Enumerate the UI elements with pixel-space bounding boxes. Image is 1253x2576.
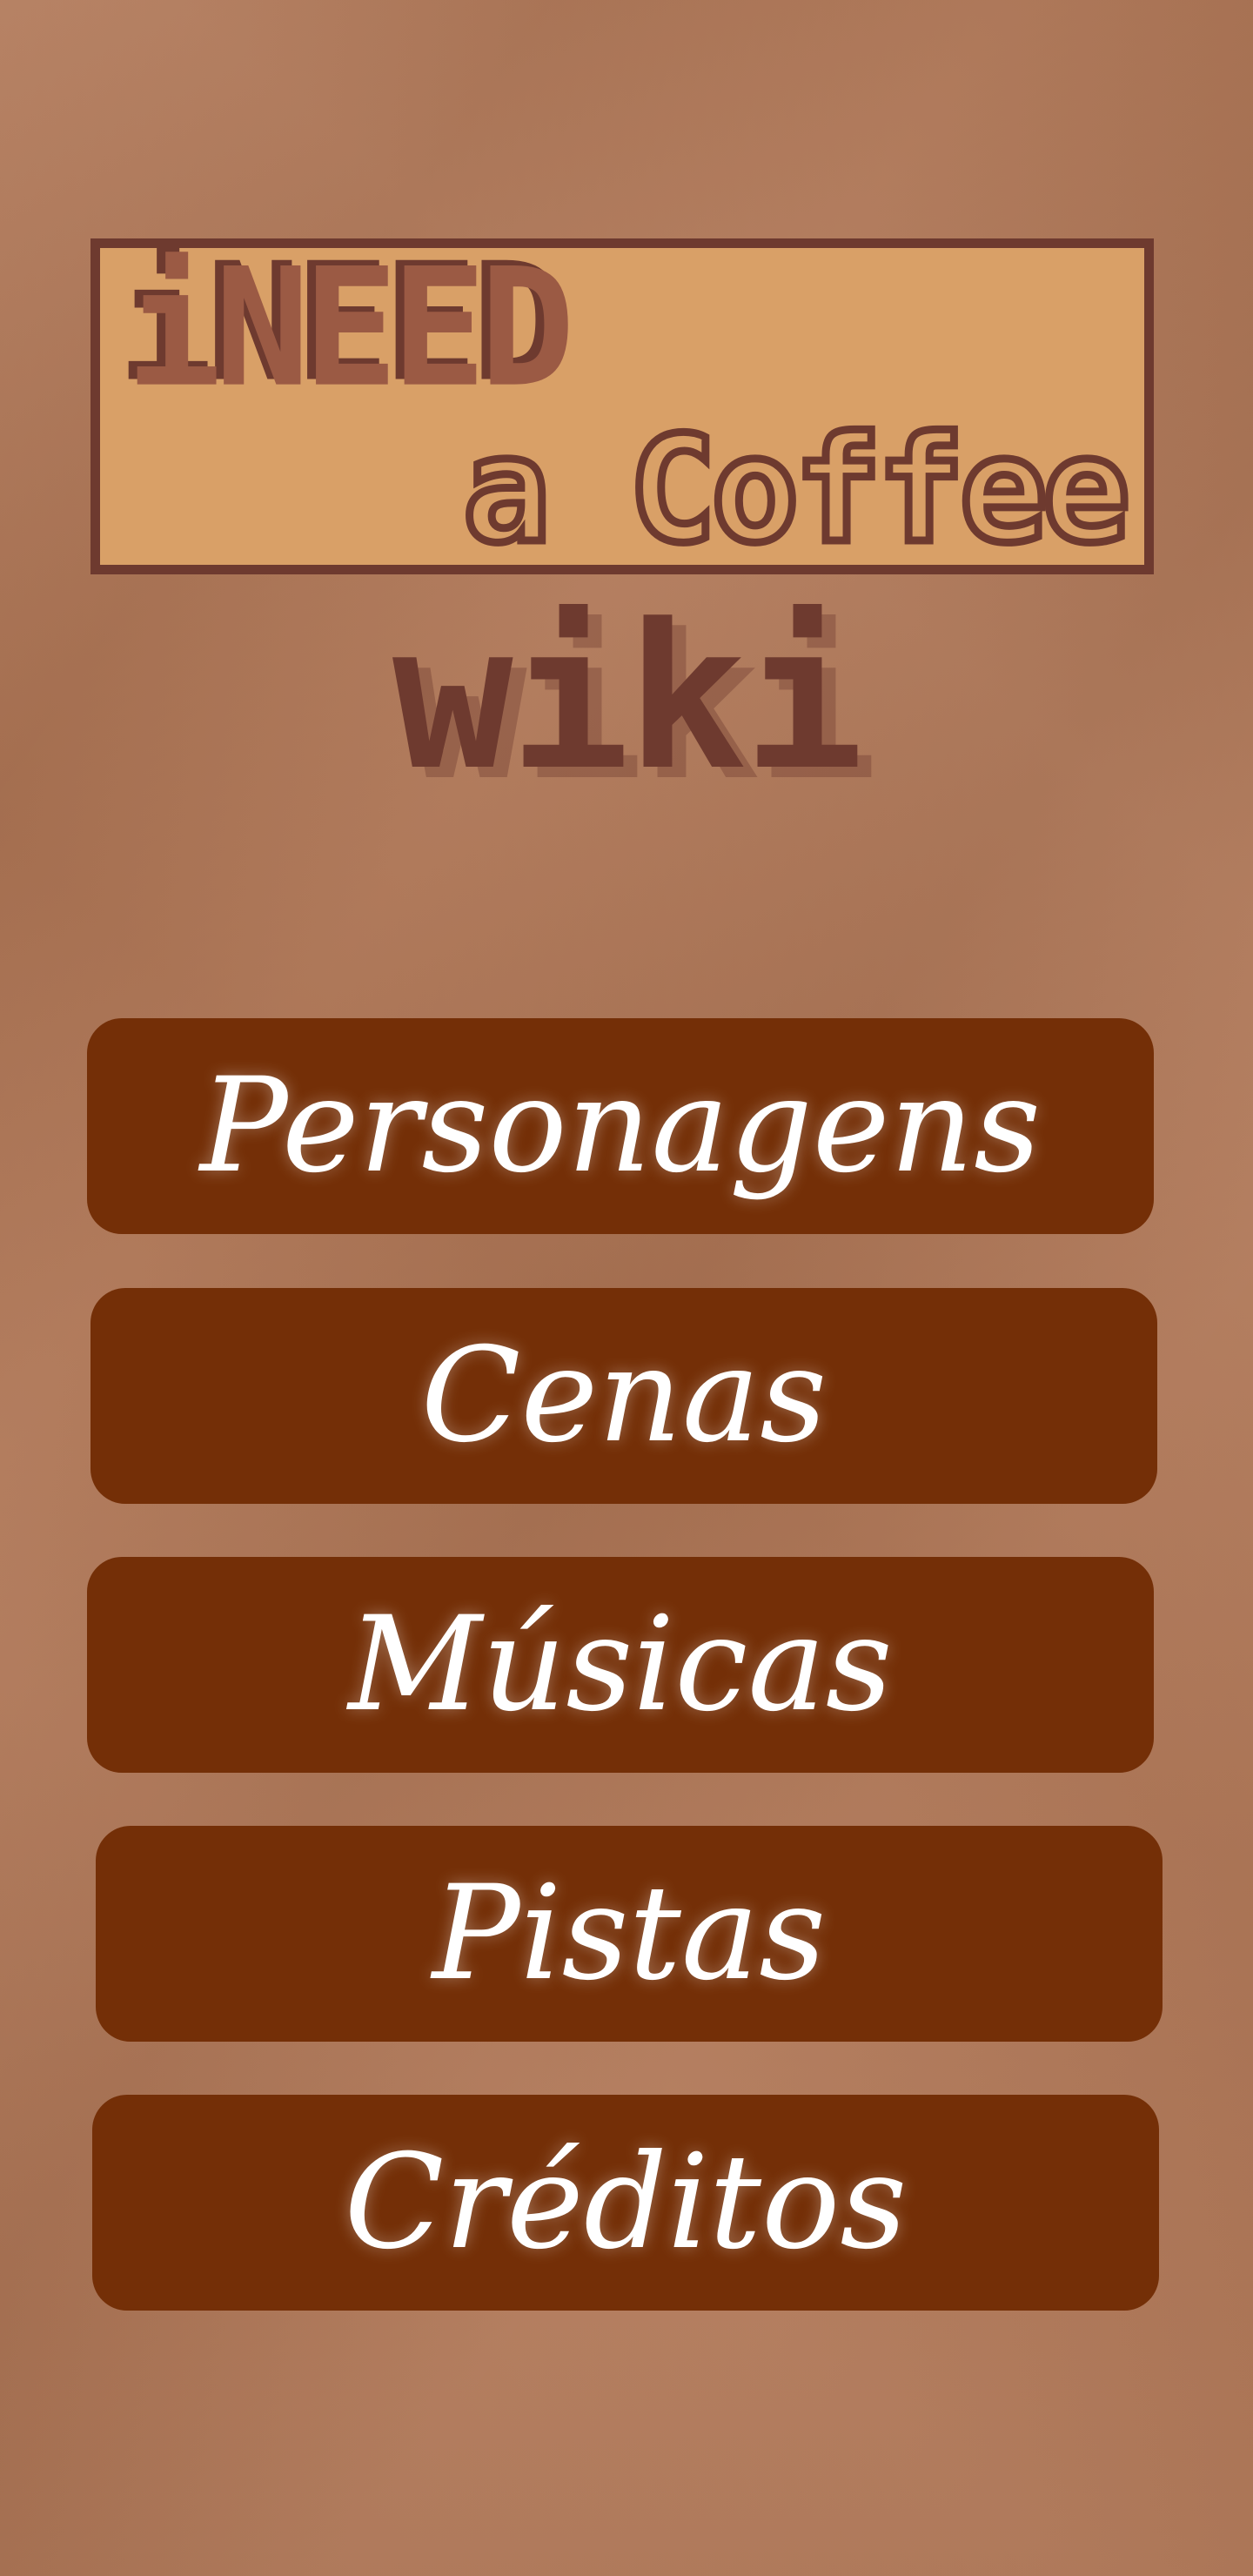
cenas-button-label: Cenas — [420, 1320, 828, 1472]
logo-title-line2: a Coffee — [459, 405, 1134, 575]
pistas-button-label: Pistas — [432, 1858, 827, 2009]
musicas-button[interactable]: Músicas — [87, 1557, 1154, 1773]
logo-title-line1: iNEED — [126, 232, 575, 423]
personagens-button[interactable]: Personagens — [87, 1018, 1154, 1234]
pistas-button[interactable]: Pistas — [96, 1826, 1163, 2042]
game-logo: iNEED a Coffee — [90, 238, 1154, 574]
logo-subtitle-wiki: wiki — [392, 582, 864, 815]
creditos-button-label: Créditos — [344, 2127, 908, 2278]
personagens-button-label: Personagens — [199, 1050, 1042, 1202]
musicas-button-label: Músicas — [348, 1589, 893, 1741]
creditos-button[interactable]: Créditos — [92, 2095, 1159, 2311]
cenas-button[interactable]: Cenas — [90, 1288, 1157, 1504]
